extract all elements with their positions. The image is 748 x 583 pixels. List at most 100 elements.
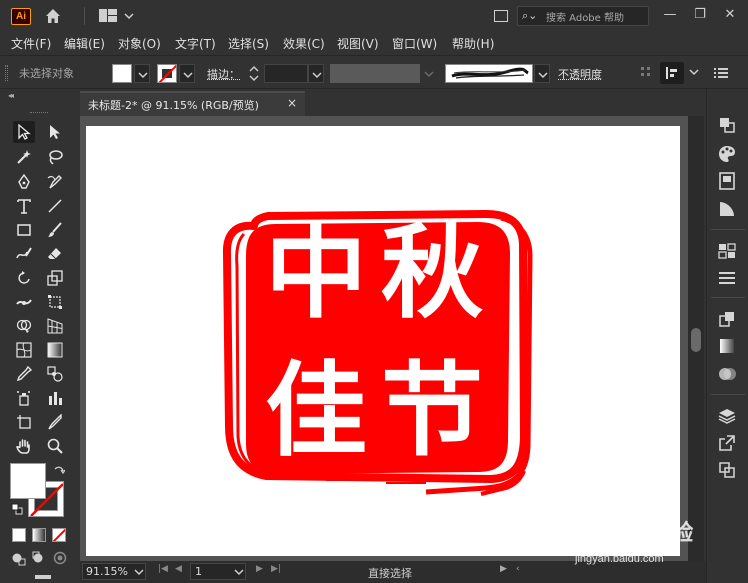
scale-tool[interactable]	[44, 267, 66, 289]
type-tool[interactable]	[13, 195, 35, 217]
line-segment-tool[interactable]	[44, 195, 66, 217]
vertical-scroll-thumb[interactable]	[691, 328, 701, 352]
gradient-panel-icon[interactable]	[717, 336, 737, 356]
lasso-tool[interactable]	[44, 146, 66, 168]
menu-type[interactable]: 文字(T)	[175, 35, 216, 52]
maximize-button[interactable]: ❐	[690, 5, 710, 25]
symbol-sprayer-tool[interactable]	[13, 387, 35, 409]
menu-edit[interactable]: 编辑(E)	[64, 35, 105, 52]
swap-colors-icon[interactable]	[53, 465, 65, 477]
stroke-color-swatch[interactable]	[157, 64, 177, 83]
menu-window[interactable]: 窗口(W)	[392, 35, 437, 52]
status-menu-arrow[interactable]: ▶	[500, 564, 507, 574]
last-artboard-button[interactable]: ▶|	[271, 564, 281, 574]
menu-select[interactable]: 选择(S)	[228, 35, 269, 52]
screen-mode-button[interactable]	[35, 575, 51, 579]
export-asset-icon[interactable]	[717, 433, 737, 453]
align-distribute-icon[interactable]	[717, 309, 737, 329]
variable-width-profile[interactable]	[330, 64, 420, 83]
minimize-button[interactable]: —	[660, 5, 680, 25]
scroll-left-arrow[interactable]: ‹	[516, 564, 520, 574]
grip-dots-icon[interactable]	[640, 65, 652, 79]
tools-grip[interactable]	[30, 112, 48, 114]
close-window-button[interactable]: ✕	[720, 5, 740, 25]
menu-effect[interactable]: 效果(C)	[283, 35, 325, 52]
arrange-documents-icon[interactable]	[494, 10, 508, 22]
gradient-mode-button[interactable]	[32, 528, 46, 542]
free-transform-tool[interactable]	[44, 291, 66, 313]
brush-definition-preview[interactable]	[445, 64, 533, 83]
swatches-panel-icon[interactable]	[717, 241, 737, 261]
layers-panel-icon[interactable]	[717, 406, 737, 426]
color-mode-button[interactable]	[12, 528, 26, 542]
stroke-dropdown[interactable]	[179, 64, 195, 83]
zoom-tool[interactable]	[44, 435, 66, 457]
canvas-area[interactable]: 中 秋 佳 节	[80, 116, 688, 561]
slice-tool[interactable]	[44, 411, 66, 433]
transform-panel-icon[interactable]	[717, 115, 737, 135]
panel-grip[interactable]	[5, 65, 8, 81]
eyedropper-tool[interactable]	[13, 363, 35, 385]
color-palette-icon[interactable]	[717, 144, 737, 164]
draw-normal-button[interactable]	[10, 550, 26, 566]
collapse-tools-icon[interactable]: ◂◂	[8, 91, 14, 100]
mesh-tool[interactable]	[13, 339, 35, 361]
libraries-panel-icon[interactable]	[717, 171, 737, 191]
current-tool-status[interactable]: 直接选择	[368, 565, 412, 581]
stroke-weight-input[interactable]	[264, 64, 308, 83]
close-tab-icon[interactable]: ×	[287, 96, 297, 110]
shaper-tool[interactable]	[13, 243, 35, 265]
width-tool[interactable]	[13, 291, 35, 313]
chevron-down-icon[interactable]	[234, 568, 244, 576]
menu-help[interactable]: 帮助(H)	[452, 35, 494, 52]
previous-artboard-button[interactable]: ◀	[175, 564, 182, 574]
chevron-down-icon[interactable]	[424, 70, 434, 78]
fill-dropdown[interactable]	[134, 64, 150, 83]
align-panel-button[interactable]	[660, 62, 684, 84]
draw-inside-button[interactable]	[52, 550, 68, 566]
appearance-panel-icon[interactable]	[717, 199, 737, 219]
artboard-tool[interactable]	[13, 411, 35, 433]
rotate-tool[interactable]	[13, 267, 35, 289]
menu-object[interactable]: 对象(O)	[118, 35, 161, 52]
stroke-weight-stepper[interactable]	[247, 64, 261, 83]
fill-color-box[interactable]	[10, 463, 46, 499]
stroke-weight-dropdown[interactable]	[308, 64, 324, 83]
menu-list-icon[interactable]	[714, 67, 728, 79]
eraser-tool[interactable]	[44, 243, 66, 265]
home-icon[interactable]	[44, 7, 62, 25]
magic-wand-tool[interactable]	[13, 146, 35, 168]
menu-view[interactable]: 视图(V)	[337, 35, 379, 52]
artboard[interactable]: 中 秋 佳 节	[86, 126, 680, 556]
menu-file[interactable]: 文件(F)	[11, 35, 51, 52]
draw-behind-button[interactable]	[31, 550, 47, 566]
vertical-scrollbar[interactable]	[688, 116, 704, 561]
gradient-tool[interactable]	[44, 339, 66, 361]
next-artboard-button[interactable]: ▶	[256, 564, 263, 574]
first-artboard-button[interactable]: |◀	[158, 564, 168, 574]
chevron-down-icon[interactable]	[689, 68, 699, 76]
opacity-label[interactable]: 不透明度	[558, 66, 602, 82]
hand-tool[interactable]	[13, 435, 35, 457]
direct-selection-tool[interactable]	[44, 121, 66, 143]
none-mode-button[interactable]	[52, 528, 66, 542]
default-colors-icon[interactable]	[11, 503, 23, 515]
brush-dropdown[interactable]	[534, 64, 550, 83]
fill-color-swatch[interactable]	[112, 64, 132, 83]
document-tab[interactable]: 未标题-2* @ 91.15% (RGB/预览) ×	[80, 91, 305, 116]
chevron-down-icon[interactable]	[134, 568, 144, 576]
artboards-panel-icon[interactable]	[717, 460, 737, 480]
shape-builder-tool[interactable]	[13, 315, 35, 337]
stroke-label[interactable]: 描边：	[207, 66, 240, 82]
perspective-grid-tool[interactable]	[44, 315, 66, 337]
curvature-tool[interactable]	[44, 171, 66, 193]
paintbrush-tool[interactable]	[44, 219, 66, 241]
rectangle-tool[interactable]	[13, 219, 35, 241]
pen-tool[interactable]	[13, 171, 35, 193]
seal-stamp-artwork[interactable]: 中 秋 佳 节	[86, 126, 680, 556]
stroke-panel-icon[interactable]	[717, 268, 737, 288]
selection-tool[interactable]	[13, 121, 35, 143]
chevron-down-icon[interactable]	[124, 12, 134, 20]
search-field[interactable]: ⌕⌄ 搜索 Adobe 帮助	[517, 6, 649, 26]
transparency-panel-icon[interactable]	[717, 364, 737, 384]
